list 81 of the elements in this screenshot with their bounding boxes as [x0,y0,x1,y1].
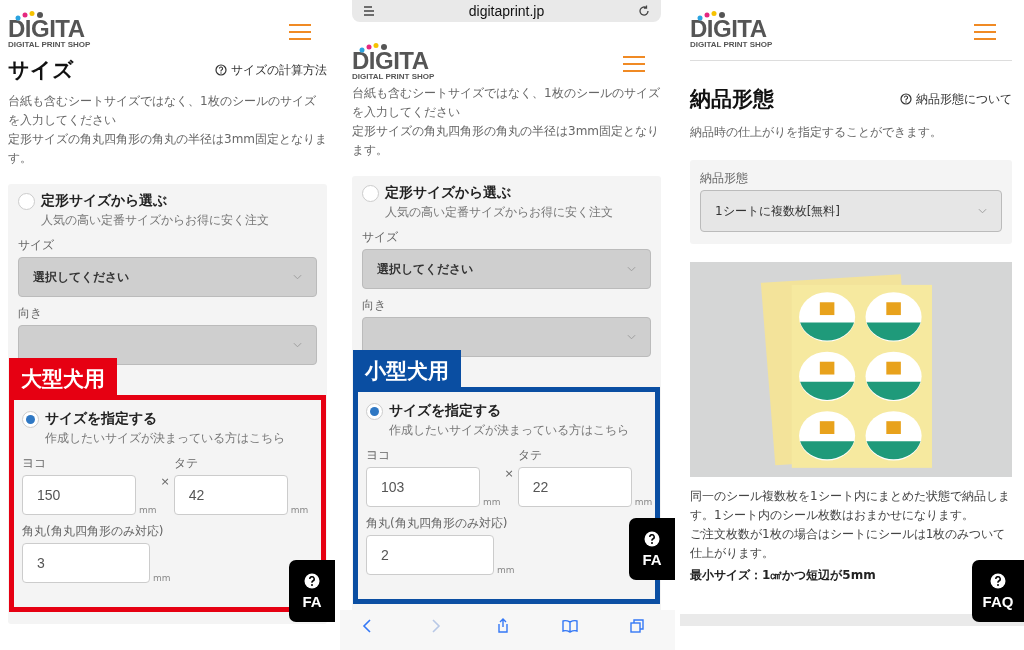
radio-button[interactable] [18,192,35,210]
field-label: 向き [362,297,387,314]
menu-icon[interactable] [623,55,645,73]
help-icon [215,64,227,76]
option-note: 作成したいサイズが決まっている方はこちら [388,422,630,439]
field-label: ヨコ [22,455,47,472]
height-input[interactable]: 22 [517,467,632,507]
field-label: 向き [18,305,43,322]
field-label: 角丸(角丸四角形のみ対応) [22,523,165,540]
chevron-down-icon [293,342,302,348]
option-label: 定形サイズから選ぶ [385,184,511,202]
address-bar[interactable]: digitaprint.jp [352,0,661,22]
question-icon [304,572,320,589]
chevron-down-icon [627,266,636,272]
unit-label: mm [634,497,653,507]
field-label: サイズ [362,229,399,246]
chevron-down-icon [627,334,636,340]
field-label: サイズ [18,237,55,254]
unit-label: mm [139,505,157,515]
help-link[interactable]: サイズの計算方法 [215,61,327,79]
option-note: 人気の高い定番サイズからお得に安く注文 [384,204,614,221]
option-note: 作成したいサイズが決まっている方はこちら [44,430,286,447]
tabs-icon[interactable] [629,618,645,634]
page-menu-icon[interactable] [362,4,376,18]
section-heading: サイズ [8,57,74,84]
option-label: サイズを指定する [389,402,501,420]
menu-icon[interactable] [974,23,996,41]
detail-text: ご注文枚数が1枚の場合はシートにシールは1枚のみついて仕上がります。 [690,526,1007,562]
radio-button[interactable] [366,402,383,420]
faq-button[interactable]: FAQ [972,560,1024,622]
width-input[interactable]: 103 [366,467,480,507]
help-icon [900,93,912,105]
menu-icon[interactable] [289,23,311,41]
description-text: 定形サイズの角丸四角形の角丸の半径は3mm固定となります。 [352,123,660,159]
unit-label: mm [483,497,501,507]
option-note: 人気の高い定番サイズからお得に安く注文 [40,212,270,229]
logo-tagline: DIGITAL PRINT SHOP [352,72,435,82]
field-label: タテ [173,455,199,472]
logo-tagline: DIGITAL PRINT SHOP [690,40,773,50]
option-label: サイズを指定する [45,410,157,428]
faq-button[interactable]: FA [289,560,335,622]
option-label: 定形サイズから選ぶ [41,192,167,210]
minimum-size-text: 最小サイズ：1㎠かつ短辺が5mm [690,567,876,584]
corner-radius-input[interactable]: 2 [366,535,494,575]
select-field[interactable]: 1シートに複数枚[無料] [700,190,1002,232]
height-input[interactable]: 42 [173,475,288,515]
logo-wordmark[interactable]: DIGITA [8,18,91,40]
unit-label: mm [497,565,515,575]
times-sign: × [160,475,170,488]
field-label: ヨコ [366,447,391,464]
logo-wordmark[interactable]: DIGITA [690,18,773,40]
radio-button[interactable] [22,410,39,428]
field-label: 納品形態 [700,170,749,187]
help-link[interactable]: 納品形態について [900,90,1012,108]
chevron-down-icon [978,208,987,214]
question-icon [644,530,660,547]
select-field[interactable]: 選択してください [18,257,317,297]
chevron-down-icon [293,274,302,280]
radio-button[interactable] [362,184,379,202]
times-sign: × [504,467,514,480]
reload-icon[interactable] [637,4,651,18]
description-text: 台紙も含むシートサイズではなく、1枚のシールのサイズを入力してください [8,93,317,129]
width-input[interactable]: 150 [22,475,136,515]
corner-radius-input[interactable]: 3 [22,543,150,583]
logo-wordmark[interactable]: DIGITA [352,50,435,72]
description-text: 納品時の仕上がりを指定することができます。 [690,124,943,141]
section-heading: 納品形態 [690,86,774,113]
bookmarks-icon[interactable] [561,618,578,634]
description-text: 定形サイズの角丸四角形の角丸の半径は3mm固定となります。 [8,131,327,167]
faq-button[interactable]: FA [629,518,675,580]
select-field[interactable] [362,317,651,357]
detail-text: 同一のシール複数枚を1シート内にまとめた状態で納品します。1シート内のシール枚数はおまかせになります。 [690,488,1011,524]
field-label: 角丸(角丸四角形のみ対応) [366,515,509,532]
unit-label: mm [290,505,309,515]
description-text: 台紙も含むシートサイズではなく、1枚のシールのサイズを入力してください [352,85,661,121]
select-field[interactable] [18,325,317,365]
select-field[interactable]: 選択してください [362,249,651,289]
field-label: タテ [517,447,543,464]
question-icon [990,572,1006,589]
logo-tagline: DIGITAL PRINT SHOP [8,40,91,50]
unit-label: mm [153,573,171,583]
